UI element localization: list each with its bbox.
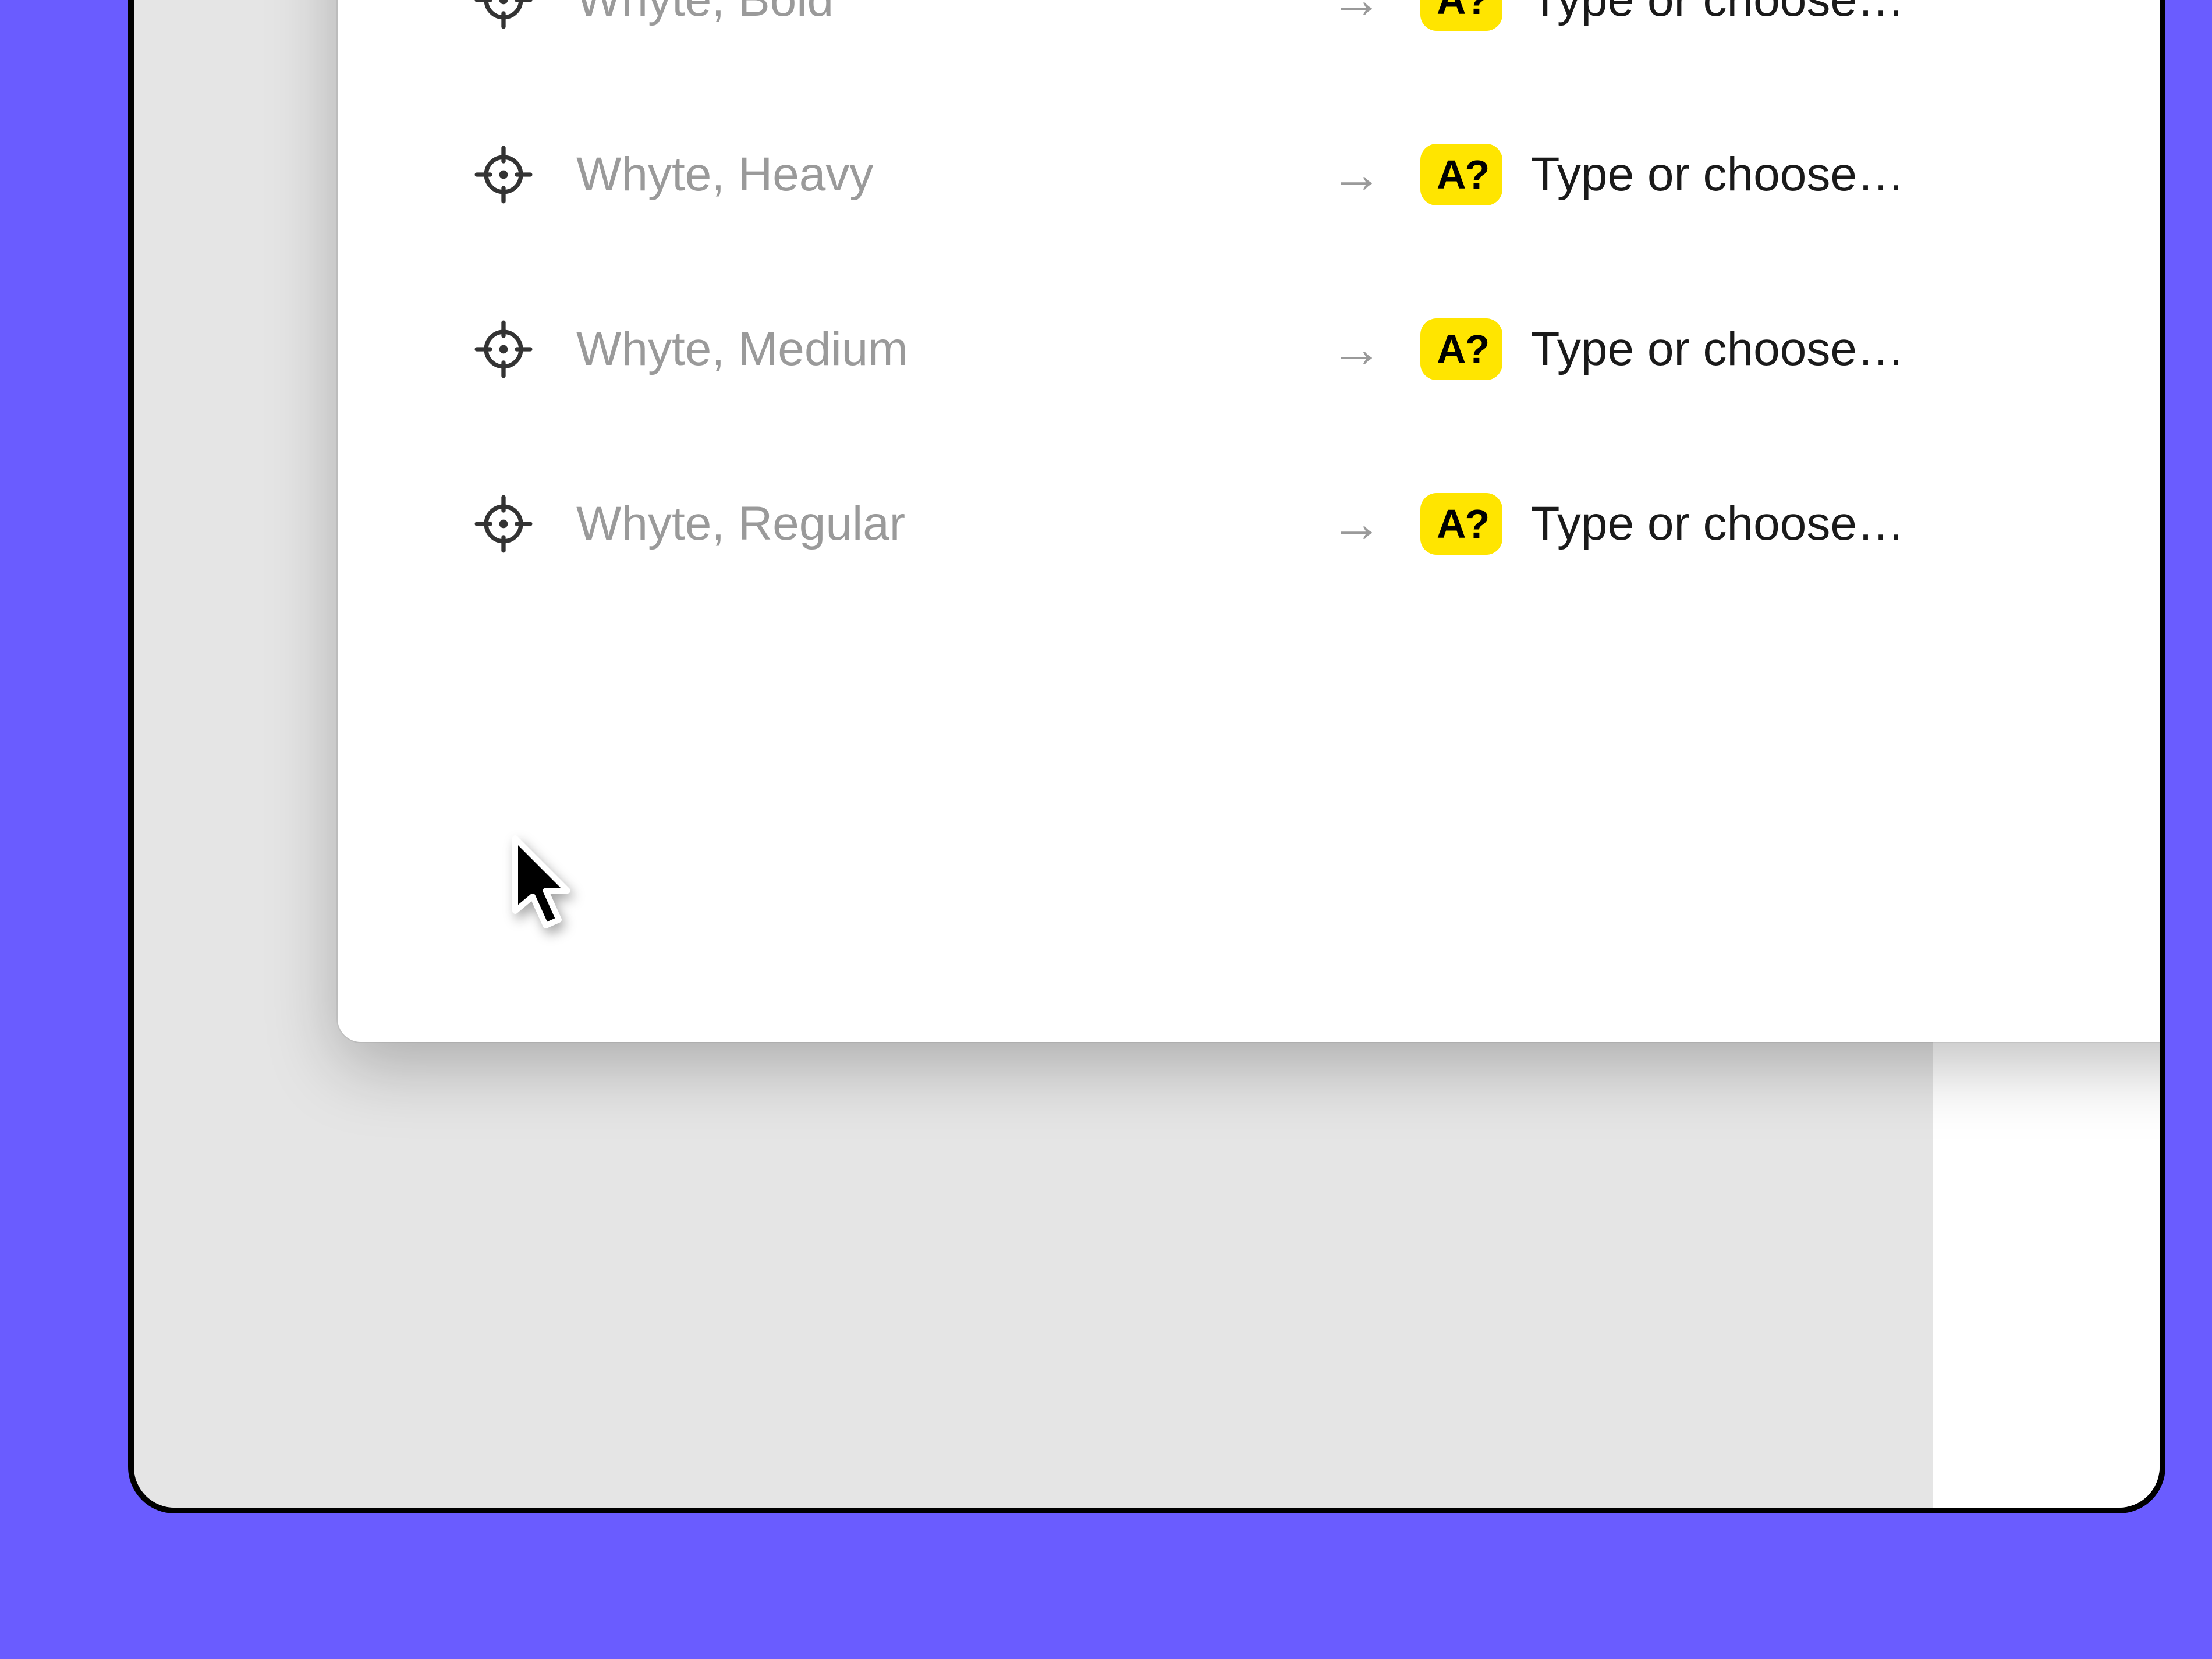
replacement-font-input[interactable]: Type or choose… — [1530, 0, 1905, 27]
missing-font-badge-icon: A? — [1420, 0, 1502, 31]
replacement-font-input[interactable]: Type or choose… — [1530, 497, 1905, 551]
arrow-cell: → — [1292, 498, 1420, 550]
missing-font-name: Whyte, Medium — [576, 322, 908, 377]
replacement-cell[interactable]: A? Type or choose… — [1420, 144, 2165, 205]
target-icon — [472, 492, 536, 556]
replacement-cell[interactable]: A? Type or choose… — [1420, 0, 2165, 31]
replacement-cell[interactable]: A? Type or choose… — [1420, 493, 2165, 555]
font-row: Whyte, Medium → A? Type or choose… — [460, 262, 2165, 437]
missing-font-name: Whyte, Regular — [576, 497, 905, 551]
target-icon — [472, 0, 536, 32]
missing-font-cell: Whyte, Bold — [460, 0, 1292, 32]
font-rows: Whyte, Bold → A? Type or choose… — [460, 0, 2165, 611]
locate-target-button[interactable] — [460, 492, 576, 556]
locate-target-button[interactable] — [460, 0, 576, 32]
missing-font-cell: Whyte, Regular — [460, 492, 1292, 556]
arrow-right-icon: → — [1330, 148, 1383, 201]
font-row: Whyte, Bold → A? Type or choose… — [460, 0, 2165, 87]
arrow-right-icon: → — [1330, 498, 1383, 550]
missing-font-name: Whyte, Bold — [576, 0, 834, 27]
missing-font-name: Whyte, Heavy — [576, 147, 873, 202]
missing-font-cell: Whyte, Medium — [460, 317, 1292, 381]
missing-font-badge-icon: A? — [1420, 144, 1502, 205]
target-icon — [472, 143, 536, 207]
arrow-cell: → — [1292, 148, 1420, 201]
arrow-right-icon: → — [1330, 0, 1383, 26]
arrow-cell: → — [1292, 0, 1420, 26]
font-row: Whyte, Heavy → A? Type or choose… — [460, 87, 2165, 262]
replacement-font-input[interactable]: Type or choose… — [1530, 147, 1905, 202]
replacement-font-input[interactable]: Type or choose… — [1530, 322, 1905, 377]
locate-target-button[interactable] — [460, 317, 576, 381]
replacement-cell[interactable]: A? Type or choose… — [1420, 318, 2165, 380]
stage: Missing Font Replacement — [0, 0, 2212, 1659]
missing-fonts-dialog: Missing Font Replacement — [338, 0, 2165, 1042]
locate-target-button[interactable] — [460, 143, 576, 207]
arrow-right-icon: → — [1330, 323, 1383, 375]
missing-font-badge-icon: A? — [1420, 318, 1502, 380]
font-row: Whyte, Regular → A? Type or choose… — [460, 437, 2165, 611]
arrow-cell: → — [1292, 323, 1420, 375]
target-icon — [472, 317, 536, 381]
app-window-frame: Missing Font Replacement — [128, 0, 2165, 1513]
dialog-content: Missing Font Replacement — [460, 0, 2165, 1042]
missing-font-cell: Whyte, Heavy — [460, 143, 1292, 207]
missing-font-badge-icon: A? — [1420, 493, 1502, 555]
right-panel-edge — [1933, 1036, 2160, 1513]
